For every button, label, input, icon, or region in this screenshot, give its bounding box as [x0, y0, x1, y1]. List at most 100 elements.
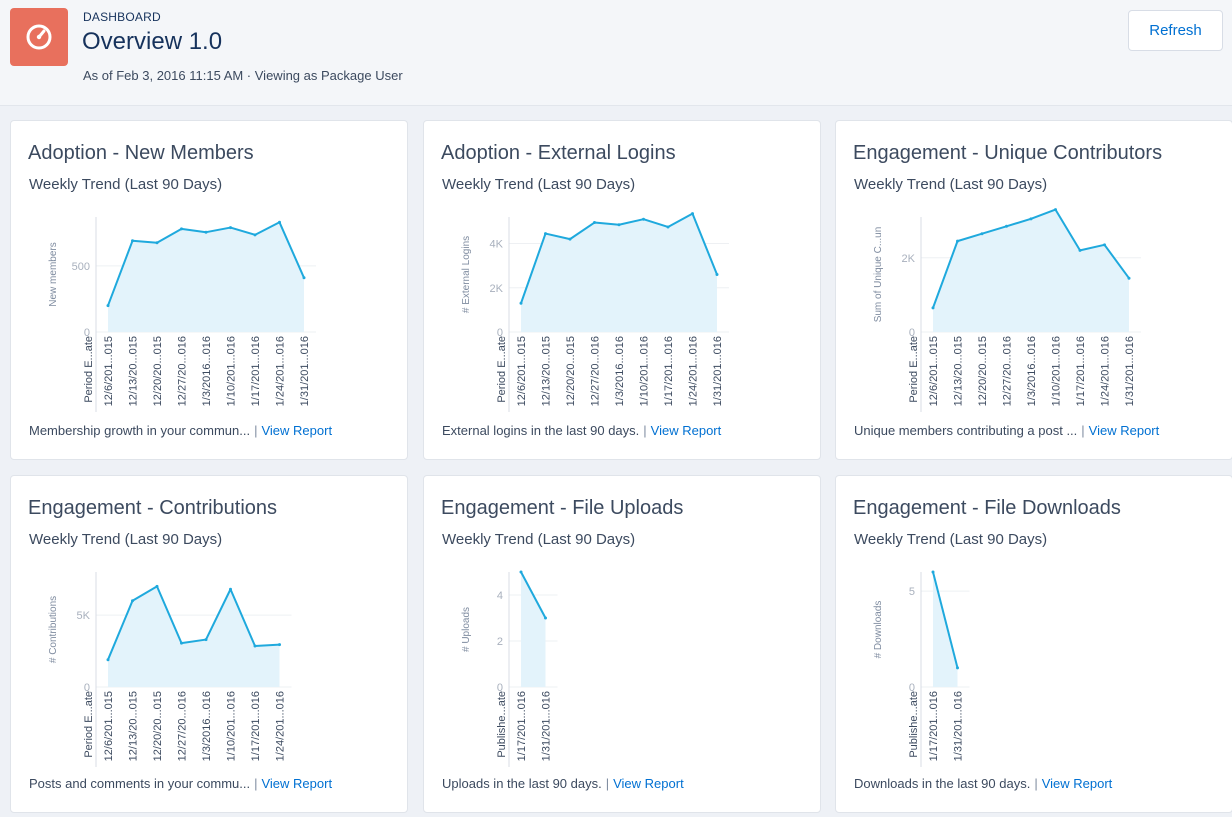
y-tick-label: 2 — [497, 636, 503, 648]
x-tick-label: 12/20/20...015 — [977, 336, 989, 406]
card-title: Engagement - File Downloads — [853, 497, 1121, 519]
x-tick-label: 1/17/201...016 — [250, 691, 262, 761]
dashboard-subtitle: As of Feb 3, 2016 11:15 AM · Viewing as … — [83, 68, 403, 83]
data-point — [302, 276, 306, 280]
x-tick-label: 1/3/2016...016 — [1026, 336, 1038, 406]
card-title: Engagement - Contributions — [28, 497, 278, 519]
data-point — [931, 306, 935, 310]
card-title: Engagement - Unique Contributors — [853, 142, 1163, 164]
x-tick-label: 12/20/20...015 — [152, 336, 164, 406]
dashboard-header: DASHBOARD Overview 1.0 As of Feb 3, 2016… — [0, 0, 1232, 106]
data-point — [519, 570, 523, 574]
card-subtitle: Weekly Trend (Last 90 Days) — [442, 531, 636, 548]
card-title: Engagement - File Uploads — [441, 497, 684, 519]
x-tick-label: 1/17/201...016 — [250, 336, 262, 406]
x-tick-label: 1/31/201...016 — [953, 691, 965, 761]
data-point — [253, 644, 257, 648]
x-tick-label: 1/24/201...016 — [1100, 336, 1112, 406]
y-axis-label: # Downloads — [873, 601, 884, 659]
x-tick-label: 12/27/20...016 — [177, 336, 189, 406]
x-tick-label: 1/24/201...016 — [275, 691, 287, 761]
area-fill — [521, 572, 546, 687]
view-report-link[interactable]: View Report — [1089, 423, 1160, 438]
card-footer: Downloads in the last 90 days. | View Repo… — [854, 776, 1112, 791]
y-tick-label: 500 — [72, 261, 90, 273]
data-point — [1078, 248, 1082, 252]
data-point — [1005, 224, 1008, 228]
data-point — [106, 658, 110, 662]
x-tick-label: 1/31/201...016 — [1124, 336, 1136, 406]
x-tick-label: 12/20/20...015 — [152, 691, 164, 761]
x-tick-label: 12/6/201...015 — [103, 336, 115, 406]
line-chart: 024# UploadsPublishe...ate 1/17/201...016… — [461, 570, 558, 767]
dashboard-overline: DASHBOARD — [83, 10, 161, 24]
card-external-logins: Adoption - External Logins Weekly Trend … — [423, 120, 821, 460]
x-tick-label: 1/31/201...016 — [299, 336, 311, 406]
view-report-link[interactable]: View Report — [613, 776, 684, 791]
data-point — [544, 232, 547, 236]
footer-separator: | — [1081, 423, 1085, 438]
view-report-link[interactable]: View Report — [651, 423, 722, 438]
x-tick-label: 1/3/2016...016 — [201, 691, 213, 761]
footer-separator: | — [254, 423, 258, 438]
refresh-button[interactable]: Refresh — [1128, 10, 1223, 51]
data-point — [1029, 217, 1033, 221]
x-axis-title: Period E...ate — [83, 691, 95, 758]
data-point — [519, 301, 523, 305]
x-tick-label: 1/17/201...016 — [663, 336, 675, 406]
data-point — [155, 584, 159, 588]
x-tick-label: 1/17/201...016 — [928, 691, 940, 761]
y-tick-label: 2K — [490, 283, 504, 295]
card-file-uploads: Engagement - File Uploads Weekly Trend (… — [423, 475, 821, 813]
gauge-icon — [26, 24, 52, 50]
card-footer: External logins in the last 90 days. | Vie… — [442, 423, 721, 438]
x-tick-label: 1/24/201...016 — [688, 336, 700, 406]
x-tick-label: 1/17/201...016 — [516, 691, 528, 761]
card-footer-text: External logins in the last 90 days. — [442, 423, 640, 438]
data-point — [278, 643, 281, 647]
data-point — [956, 666, 959, 670]
page-title: Overview 1.0 — [82, 28, 223, 55]
card-new-members: Adoption - New Members Weekly Trend (Las… — [10, 120, 408, 460]
view-report-link[interactable]: View Report — [261, 423, 332, 438]
dashboard-logo — [10, 8, 68, 66]
area-fill — [108, 222, 304, 332]
y-axis-label: Sum of Unique C...un — [873, 227, 884, 323]
card-subtitle: Weekly Trend (Last 90 Days) — [854, 176, 1048, 193]
card-title: Adoption - New Members — [28, 142, 254, 164]
x-tick-label: 1/17/201...016 — [1075, 336, 1087, 406]
x-tick-label: 12/27/20...016 — [590, 336, 602, 406]
line-chart: 0500New membersPeriod E...ate 12/6/201...… — [48, 217, 316, 412]
x-tick-label: 12/6/201...015 — [928, 336, 940, 406]
data-point — [666, 225, 670, 229]
data-point — [568, 237, 572, 241]
card-unique-contributors: Engagement - Unique Contributors Weekly … — [835, 120, 1232, 460]
line-chart: 02K4K# External LoginsPeriod E...ate 12/6… — [461, 212, 729, 412]
x-tick-label: 1/10/201...016 — [226, 691, 238, 761]
data-point — [715, 273, 719, 276]
data-point — [155, 241, 159, 245]
card-footer-text: Membership growth in your commun... — [29, 423, 251, 438]
data-point — [229, 587, 232, 591]
y-axis-label: New members — [48, 242, 59, 306]
x-tick-label: 12/27/20...016 — [177, 691, 189, 761]
y-tick-label: 4K — [490, 239, 504, 251]
x-tick-label: 1/31/201...016 — [712, 336, 724, 406]
data-point — [1103, 243, 1106, 247]
y-tick-label: 5 — [909, 586, 915, 598]
line-chart: 05K# ContributionsPeriod E...ate 12/6/201… — [48, 572, 292, 767]
view-report-link[interactable]: View Report — [1042, 776, 1113, 791]
data-point — [106, 304, 110, 308]
data-point — [180, 641, 183, 645]
x-tick-label: 12/20/20...015 — [565, 336, 577, 406]
data-point — [229, 226, 232, 230]
data-point — [931, 570, 935, 574]
data-point — [593, 221, 596, 225]
data-point — [956, 239, 959, 243]
line-chart: 02KSum of Unique C...unPeriod E...ate 12/… — [873, 208, 1141, 412]
footer-separator: | — [605, 776, 610, 791]
view-report-link[interactable]: View Report — [261, 776, 332, 791]
area-fill — [521, 213, 717, 332]
x-tick-label: 12/13/20...015 — [128, 336, 140, 406]
x-tick-label: 12/6/201...015 — [103, 691, 115, 761]
